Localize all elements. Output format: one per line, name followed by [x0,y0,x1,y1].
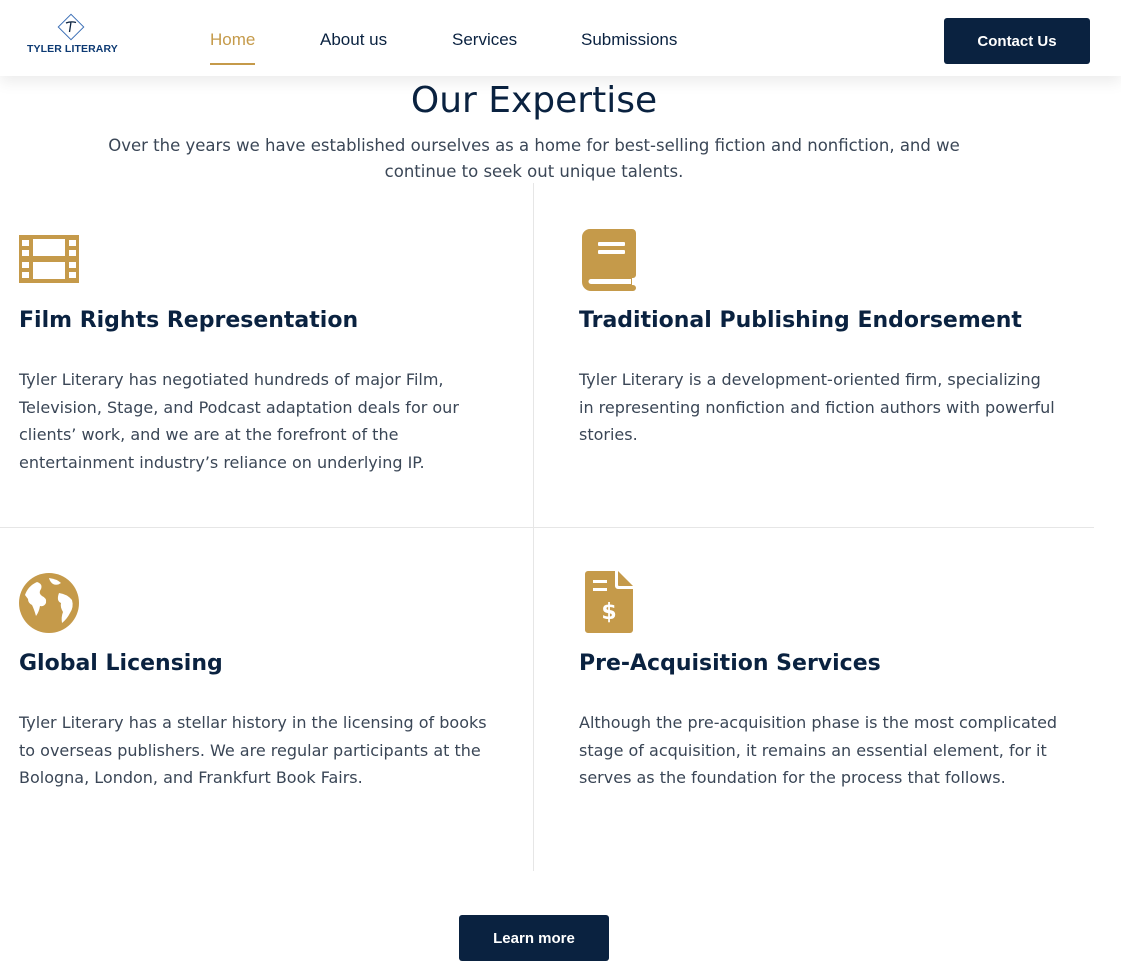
site-header: TYLER LITERARY Home About us Services Su… [0,0,1121,76]
expertise-card-film: Film Rights Representation Tyler Literar… [19,235,519,473]
card-text: Tyler Literary has a stellar history in … [19,713,487,787]
card-title: Film Rights Representation [19,308,359,333]
site-logo[interactable]: TYLER LITERARY [26,10,118,60]
expertise-card-publishing: Traditional Publishing Endorsement Tyler… [579,229,1079,473]
section-title: Our Expertise [410,80,658,121]
expertise-card-pre-acquisition: $ Pre-Acquisition Services Although the … [579,571,1079,816]
grid-horizontal-divider [0,527,1094,528]
card-title: Global Licensing [19,651,223,676]
section-subtitle: Over the years we have established ourse… [108,136,960,181]
learn-more-button[interactable]: Learn more [459,915,609,961]
nav-services[interactable]: Services [452,30,517,50]
nav-about-us[interactable]: About us [320,30,387,50]
nav-submissions-label: Submissions [581,30,678,49]
nav-home-label: Home [210,30,256,49]
nav-home[interactable]: Home [210,30,256,65]
card-title: Traditional Publishing Endorsement [579,308,1022,333]
invoice-dollar-icon: $ [585,571,633,633]
card-text: Tyler Literary is a development-oriented… [579,370,1055,444]
logo-diamond-icon [57,13,85,41]
card-text: Although the pre-acquisition phase is th… [579,713,1058,787]
expertise-card-licensing: Global Licensing Tyler Literary has a st… [19,573,519,816]
card-text: Tyler Literary has negotiated hundreds o… [19,370,459,472]
nav-submissions[interactable]: Submissions [581,30,677,50]
svg-text:$: $ [601,600,616,625]
logo-text: TYLER LITERARY [27,43,118,55]
nav-active-underline [210,63,256,65]
contact-us-button[interactable]: Contact Us [944,18,1090,64]
card-title: Pre-Acquisition Services [579,651,881,676]
globe-icon [19,573,79,633]
book-icon [582,229,636,291]
film-icon [19,235,79,283]
nav-about-us-label: About us [320,30,388,49]
nav-services-label: Services [452,30,518,49]
